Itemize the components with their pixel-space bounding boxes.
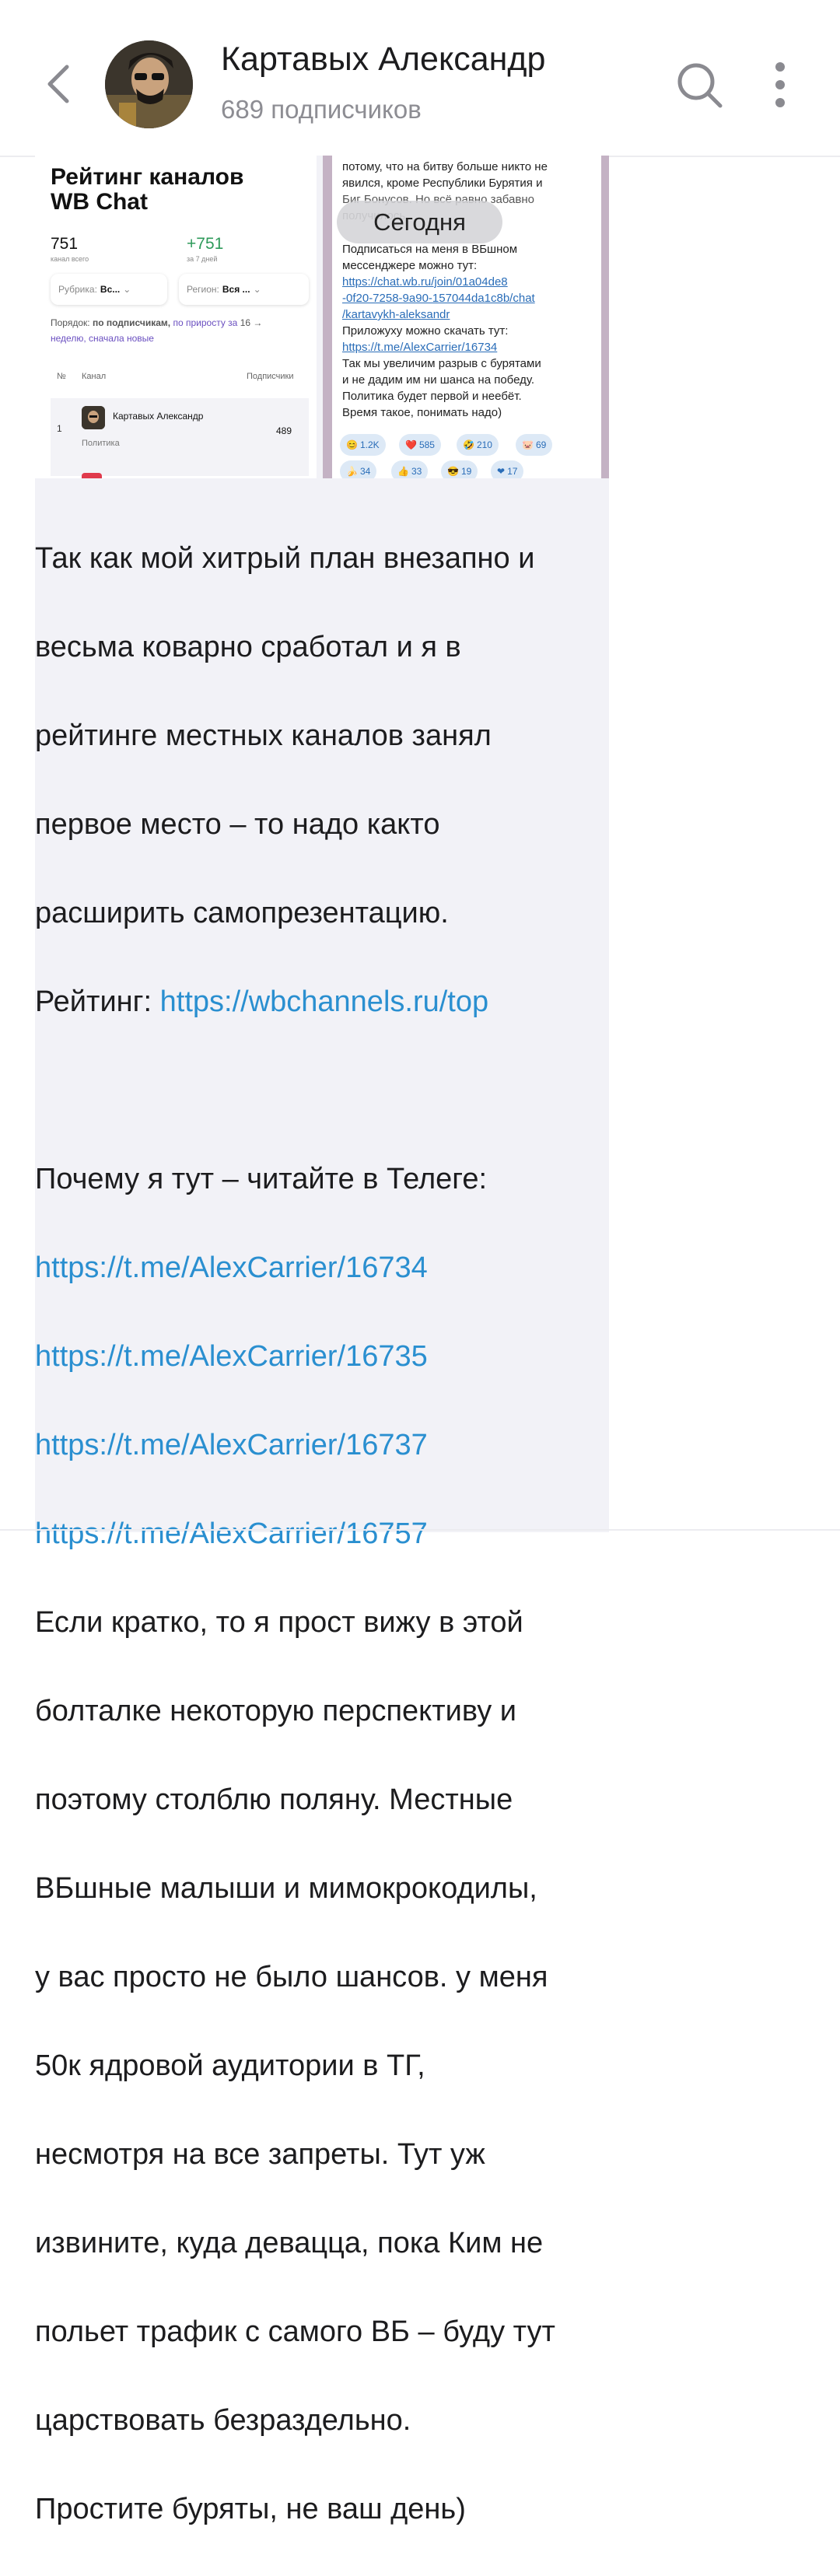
subscriber-count: 689 подписчиков: [221, 95, 422, 124]
col-subscribers: Подписчики: [247, 372, 294, 381]
chevron-down-icon: ⌄: [123, 284, 131, 295]
stat-weekly: +751: [187, 235, 224, 253]
reaction-chip: ❤️ 585: [399, 434, 441, 456]
chevron-down-icon: ⌄: [253, 284, 261, 295]
filter-region: Регион: Вся ... ⌄: [179, 274, 309, 305]
avatar[interactable]: [105, 40, 193, 128]
divider: [0, 1529, 840, 1531]
telegram-link-16737[interactable]: https://t.me/AlexCarrier/16737: [35, 1429, 428, 1461]
telegram-link-16734[interactable]: https://t.me/AlexCarrier/16734: [35, 1251, 428, 1284]
stat-total: 751: [51, 235, 79, 253]
sort-order: Порядок: по подписчикам, по приросту за …: [51, 317, 263, 344]
reaction-chip: 🍌 34: [340, 460, 377, 478]
channel-title[interactable]: Картавых Александр: [221, 40, 545, 79]
telegram-link-16735[interactable]: https://t.me/AlexCarrier/16735: [35, 1340, 428, 1373]
reaction-chip: ❤ 17: [491, 460, 524, 478]
reaction-chip: 😊 1.2K: [340, 434, 386, 456]
more-vertical-icon[interactable]: [766, 59, 794, 110]
channel-icon: [82, 473, 102, 478]
post-text-main: Подписаться на меня в ВБшном мессенджере…: [342, 243, 541, 419]
reaction-chip: 👍 33: [391, 460, 429, 478]
reaction-chip: 🤣 210: [457, 434, 499, 456]
attached-image-rating[interactable]: Рейтинг каналов WB Chat 751 канал всего …: [35, 156, 317, 478]
col-channel: Канал: [82, 372, 107, 381]
filter-category: Рубрика: Вс... ⌄: [51, 274, 167, 305]
message-text: Так как мой хитрый план внезапно и весьм…: [35, 542, 555, 2525]
reaction-chip: 🐷 69: [516, 434, 553, 456]
telegram-link-16757[interactable]: https://t.me/AlexCarrier/16757: [35, 1517, 428, 1550]
rating-link[interactable]: https://wbchannels.ru/top: [160, 985, 488, 1018]
reaction-chip: 😎 19: [441, 460, 478, 478]
date-separator: Сегодня: [337, 201, 502, 243]
stat-total-caption: канал всего: [51, 255, 89, 263]
col-number: №: [57, 372, 66, 381]
stat-weekly-caption: за 7 дней: [187, 255, 218, 263]
table-row: 1 Картавых Александр Политика 489: [51, 398, 309, 476]
avatar: [82, 406, 105, 429]
search-icon[interactable]: [675, 61, 725, 110]
rating-title: Рейтинг каналов WB Chat: [51, 164, 244, 215]
chat-header: Картавых Александр 689 подписчиков: [0, 0, 840, 157]
back-arrow-icon[interactable]: [44, 61, 75, 107]
